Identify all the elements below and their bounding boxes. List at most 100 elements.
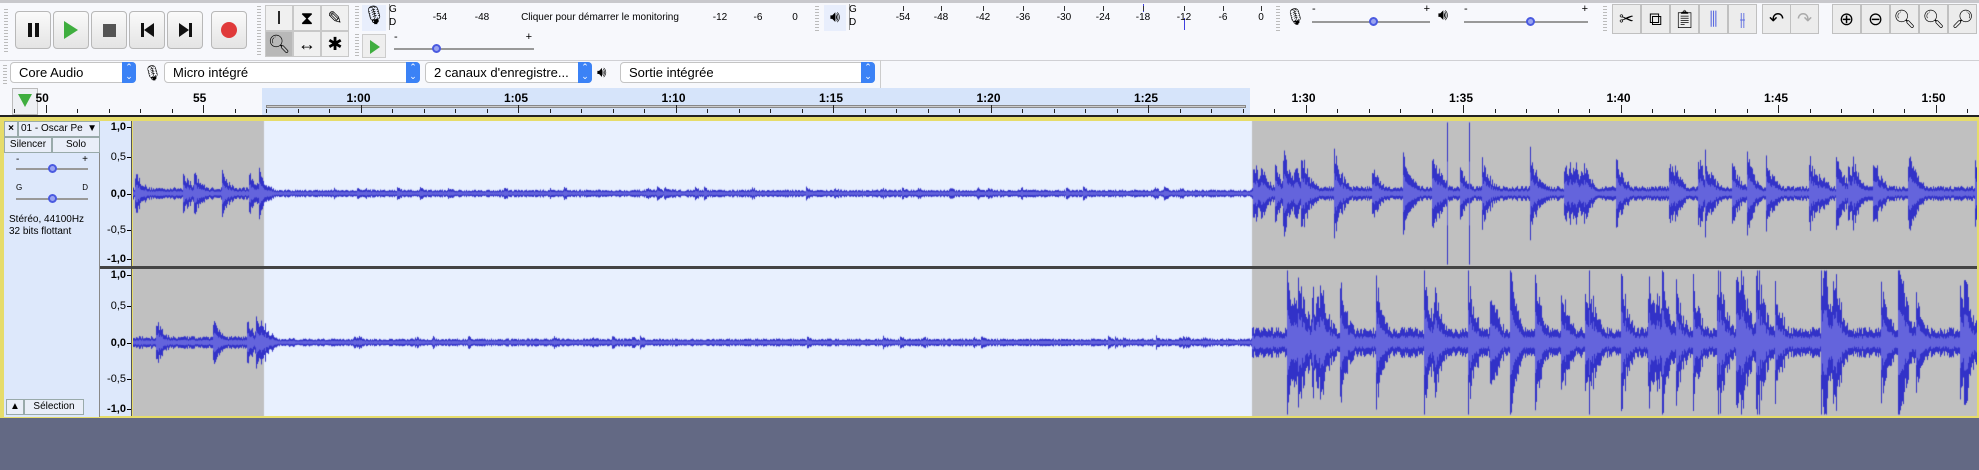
waveform-left-channel[interactable] [133, 121, 1977, 266]
play-meter-grip[interactable] [815, 6, 819, 32]
zoom-fit-icon: 🔍︎ [1922, 8, 1945, 29]
track-control-panel: × 01 - Oscar Pe ▼ Silencer Solo - + G D S… [4, 121, 100, 417]
silence-button[interactable]: ⫲ [1728, 4, 1757, 34]
play-at-speed-button[interactable] [362, 34, 386, 58]
zoom-toggle-button[interactable]: 🔎︎ [1948, 4, 1977, 34]
slider-max-label: + [1581, 3, 1588, 15]
meter-scale-label: -30 [1056, 12, 1072, 23]
ruler-label: 1:25 [1134, 91, 1159, 105]
microphone-icon[interactable]: 🎙︎ [362, 5, 386, 31]
skip-end-button[interactable] [167, 11, 203, 49]
fit-selection-button[interactable]: 🔍︎ [1890, 4, 1919, 34]
close-track-button[interactable]: × [4, 121, 18, 137]
record-meter-grip[interactable] [355, 6, 359, 30]
updown-icon: ⌃ ⌄ [406, 62, 420, 83]
trim-button[interactable]: ⫼ [1699, 4, 1728, 34]
microphone-icon: 🎙︎ [143, 65, 163, 82]
updown-icon: ⌃ ⌄ [578, 62, 592, 83]
slider-thumb[interactable] [432, 44, 441, 53]
play-meter[interactable]: G D -54 -48 -42 -36 -30 -24 -18 -12 -6 0 [849, 4, 1264, 30]
ruler-label: 1:00 [346, 91, 371, 105]
play-button[interactable] [53, 11, 89, 49]
ruler-tick [959, 109, 960, 113]
copy-button[interactable]: ⧉ [1641, 4, 1670, 34]
ruler-label: 1:20 [976, 91, 1001, 105]
clipboard-icon: 📋︎ [1673, 8, 1696, 29]
slider-thumb[interactable] [48, 164, 57, 173]
zoom-tool[interactable]: 🔍︎ [265, 31, 293, 57]
tools-grip[interactable] [257, 6, 261, 56]
ruler-tick [1747, 109, 1748, 113]
vertical-ruler-left[interactable]: 1,0 0,5 0,0 -0,5 -1,0 [100, 121, 132, 266]
stop-button[interactable] [91, 11, 127, 49]
track-name-menu[interactable]: 01 - Oscar Pe ▼ [18, 121, 100, 137]
play-at-speed-grip[interactable] [355, 34, 359, 58]
meter-scale-label: -48 [933, 12, 949, 23]
selection-range-highlight [262, 88, 1250, 115]
vertical-ruler-right[interactable]: 1,0 0,5 0,0 -0,5 -1,0 [100, 269, 132, 416]
mixer-grip[interactable] [1276, 6, 1280, 32]
speaker-icon[interactable]: 🔊︎ [824, 5, 846, 31]
ruler-label: 1:05 [504, 91, 529, 105]
record-button[interactable] [211, 11, 247, 49]
collapse-track-button[interactable]: ▲ [6, 399, 24, 415]
output-device-select[interactable]: Sortie intégrée ⌃ ⌄ [620, 62, 875, 83]
redo-button[interactable]: ↷ [1790, 4, 1819, 34]
input-device-select[interactable]: Micro intégré ⌃ ⌄ [164, 62, 420, 83]
time-shift-tool[interactable]: ↔ [293, 31, 321, 57]
solo-button[interactable]: Solo [52, 137, 100, 153]
pan-slider[interactable]: G D [16, 183, 88, 207]
edit-grip[interactable] [1603, 6, 1607, 32]
zoom-out-button[interactable]: ⊖ [1861, 4, 1890, 34]
zoom-selection-icon: 🔍︎ [1893, 8, 1916, 29]
ruler-tick [644, 109, 645, 113]
envelope-tool[interactable]: ⧗ [293, 5, 321, 31]
monitor-hint[interactable]: Cliquer pour démarrer le monitoring [519, 12, 681, 23]
meter-scale-label: -54 [895, 12, 911, 23]
ruler-tick [1243, 109, 1244, 113]
ruler-label: 1:50 [1921, 91, 1946, 105]
record-meter[interactable]: G D -54 -48 Cliquer pour démarrer le mon… [389, 4, 801, 30]
cut-button[interactable]: ✂ [1612, 4, 1641, 34]
undo-button[interactable]: ↶ [1762, 4, 1791, 34]
slider-max-label: + [82, 154, 88, 165]
audio-track[interactable]: × 01 - Oscar Pe ▼ Silencer Solo - + G D S… [0, 117, 1979, 418]
play-volume-slider[interactable]: - + [1462, 3, 1590, 31]
play-speed-slider[interactable]: - + [392, 31, 536, 58]
play-icon [370, 40, 380, 54]
device-grip[interactable] [3, 65, 7, 85]
zoom-in-button[interactable]: ⊕ [1832, 4, 1861, 34]
fit-project-button[interactable]: 🔍︎ [1919, 4, 1948, 34]
input-channels-select[interactable]: 2 canaux d'enregistre... ⌃ ⌄ [425, 62, 592, 83]
draw-tool[interactable]: ✎ [321, 5, 349, 31]
track-format: Stéréo, 44100Hz [9, 214, 85, 225]
amplitude-tick [127, 193, 131, 195]
ruler-tick [1306, 105, 1307, 113]
selection-bar[interactable] [266, 105, 1246, 108]
skip-start-button[interactable] [129, 11, 165, 49]
audio-host-select[interactable]: Core Audio ⌃ ⌄ [10, 62, 136, 83]
play-head-button[interactable] [12, 88, 38, 115]
waveform-right-channel[interactable] [133, 269, 1977, 416]
skip-start-icon [140, 23, 154, 37]
slider-max-label: + [525, 31, 532, 43]
slider-thumb[interactable] [1368, 17, 1378, 26]
paste-button[interactable]: 📋︎ [1670, 4, 1699, 34]
slider-thumb[interactable] [1526, 17, 1536, 26]
ruler-tick [833, 105, 834, 113]
ruler-tick [109, 109, 110, 113]
gain-slider[interactable]: - + [16, 154, 88, 177]
slider-min-label: - [1312, 3, 1316, 15]
updown-icon: ⌃ ⌄ [861, 62, 875, 83]
record-volume-slider[interactable]: - + [1310, 3, 1432, 31]
selection-tool[interactable]: I [265, 5, 293, 31]
slider-thumb[interactable] [48, 194, 57, 203]
amplitude-label: 1,0 [110, 121, 126, 133]
pause-button[interactable] [15, 11, 51, 49]
multi-tool[interactable]: ✱ [321, 31, 349, 57]
select-track-button[interactable]: Sélection [24, 399, 84, 415]
mute-button[interactable]: Silencer [4, 137, 52, 153]
timeline-ruler[interactable]: 50 55 1:00 1:05 1:10 1:15 1:20 1:25 1:30 1:35 1:40… [0, 88, 1979, 117]
ruler-tick [1589, 109, 1590, 113]
transport-grip[interactable] [4, 9, 8, 53]
